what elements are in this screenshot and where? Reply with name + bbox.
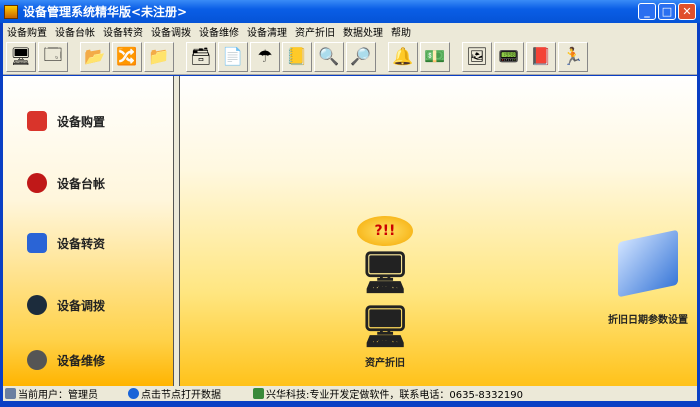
status-user: 当前用户：管理员 <box>18 390 98 401</box>
toolbar-button-notebook[interactable]: 📒 <box>282 41 312 72</box>
nav-label: 设备调拨 <box>57 298 106 313</box>
picture-icon: 🖼 <box>466 46 488 67</box>
menu-5[interactable]: 设备清理 <box>243 24 291 39</box>
toolbar-button-money[interactable]: 💵 <box>420 41 450 72</box>
company-icon <box>253 388 264 399</box>
magnifier-icon: 🔎 <box>350 46 372 67</box>
menu-0[interactable]: 设备购置 <box>3 24 51 39</box>
toolbar-button-folder[interactable]: 📁 <box>144 41 174 72</box>
folder-open-icon: 📂 <box>84 46 106 67</box>
status-company: 兴华科技:专业开发定做软件，联系电话：0635-8332190 <box>266 390 523 401</box>
blueprint-book-icon <box>618 229 678 298</box>
title-bar: 设备管理系统精华版<未注册> _ □ ✕ <box>0 0 700 23</box>
status-hint: 点击节点打开数据 <box>141 390 221 401</box>
toolbar-button-archive[interactable]: 🗃 <box>186 41 216 72</box>
toolbar-button-bell[interactable]: 🔔 <box>388 41 418 72</box>
nav-label: 设备维修 <box>57 353 106 368</box>
window-title: 设备管理系统精华版<未注册> <box>23 5 188 19</box>
status-bar: 当前用户：管理员 点击节点打开数据 兴华科技:专业开发定做软件，联系电话：063… <box>3 386 697 401</box>
search-document-icon: 🔍 <box>318 46 340 67</box>
pda-icon: 📟 <box>498 46 520 67</box>
bell-icon: 🔔 <box>392 46 414 67</box>
toolbar-button-umbrella[interactable]: ☂ <box>250 41 280 72</box>
menu-1[interactable]: 设备台帐 <box>51 24 99 39</box>
toolbar-button-monitor[interactable]: 🖥 <box>6 41 36 72</box>
menu-8[interactable]: 帮助 <box>387 24 415 39</box>
computers-icon: 🖥🖥 <box>359 250 411 350</box>
notebook-icon: 📒 <box>286 46 308 67</box>
toolbar-button-help-book[interactable]: 📕 <box>526 41 556 72</box>
main-canvas: ?!! 🖥🖥 资产折旧 折旧日期参数设置 <box>180 76 697 386</box>
toolbar-button-magnifier[interactable]: 🔎 <box>346 41 376 72</box>
nav-icon <box>27 111 47 131</box>
money-icon: 💵 <box>424 46 446 67</box>
left-nav-panel: 设备购置设备台帐设备转资设备调拨设备维修 <box>3 76 173 386</box>
node-label: 资产折旧 <box>365 358 405 369</box>
folder-icon: 📁 <box>148 46 170 67</box>
menu-2[interactable]: 设备转资 <box>99 24 147 39</box>
documents-icon: 📄 <box>222 46 244 67</box>
user-icon <box>5 388 16 399</box>
nav-label: 设备转资 <box>57 236 106 251</box>
node-label: 折旧日期参数设置 <box>608 315 688 326</box>
splitter[interactable] <box>173 76 180 386</box>
toolbar-button-folder-open[interactable]: 📂 <box>80 41 110 72</box>
node-depreciation-date-settings[interactable]: 折旧日期参数设置 <box>600 229 696 326</box>
menu-3[interactable]: 设备调拨 <box>147 24 195 39</box>
toolbar-button-exit[interactable]: 🏃 <box>558 41 588 72</box>
toolbar-button-transfer[interactable]: 🔀 <box>112 41 142 72</box>
help-book-icon: 📕 <box>530 46 552 67</box>
nav-item-0[interactable]: 设备购置 <box>27 110 137 132</box>
app-icon <box>4 4 18 19</box>
nav-icon <box>27 350 47 370</box>
nav-icon <box>27 173 47 193</box>
info-icon <box>128 388 139 399</box>
monitor-icon: 🖥 <box>10 46 32 67</box>
close-button[interactable]: ✕ <box>678 3 696 20</box>
nav-item-3[interactable]: 设备调拨 <box>27 294 137 316</box>
maximize-button[interactable]: □ <box>658 3 676 20</box>
nav-item-2[interactable]: 设备转资 <box>27 232 137 254</box>
nav-label: 设备购置 <box>57 114 106 129</box>
toolbar-button-search-document[interactable]: 🔍 <box>314 41 344 72</box>
menu-7[interactable]: 数据处理 <box>339 24 387 39</box>
nav-icon <box>27 233 47 253</box>
nav-item-4[interactable]: 设备维修 <box>27 349 137 371</box>
toolbar-button-screen[interactable]: 🗔 <box>38 41 68 72</box>
toolbar-button-documents[interactable]: 📄 <box>218 41 248 72</box>
umbrella-icon: ☂ <box>257 46 273 67</box>
node-asset-depreciation[interactable]: ?!! 🖥🖥 资产折旧 <box>340 216 430 369</box>
nav-item-1[interactable]: 设备台帐 <box>27 172 137 194</box>
screen-icon: 🗔 <box>43 45 63 65</box>
minimize-button[interactable]: _ <box>638 3 656 20</box>
transfer-icon: 🔀 <box>116 46 138 67</box>
archive-icon: 🗃 <box>190 46 212 67</box>
nav-label: 设备台帐 <box>57 176 106 191</box>
menu-6[interactable]: 资产折旧 <box>291 24 339 39</box>
alert-bubble-icon: ?!! <box>357 216 413 246</box>
toolbar: 🖥 🗔 📂 🔀 📁 🗃 📄 ☂ 📒 🔍 🔎 🔔 💵 🖼 📟 📕 🏃 <box>3 39 697 75</box>
nav-icon <box>27 295 47 315</box>
toolbar-button-pda[interactable]: 📟 <box>494 41 524 72</box>
exit-icon: 🏃 <box>562 46 584 67</box>
menu-4[interactable]: 设备维修 <box>195 24 243 39</box>
menu-bar: 设备购置 设备台帐 设备转资 设备调拨 设备维修 设备清理 资产折旧 数据处理 帮助 <box>3 23 697 39</box>
toolbar-button-picture[interactable]: 🖼 <box>462 41 492 72</box>
